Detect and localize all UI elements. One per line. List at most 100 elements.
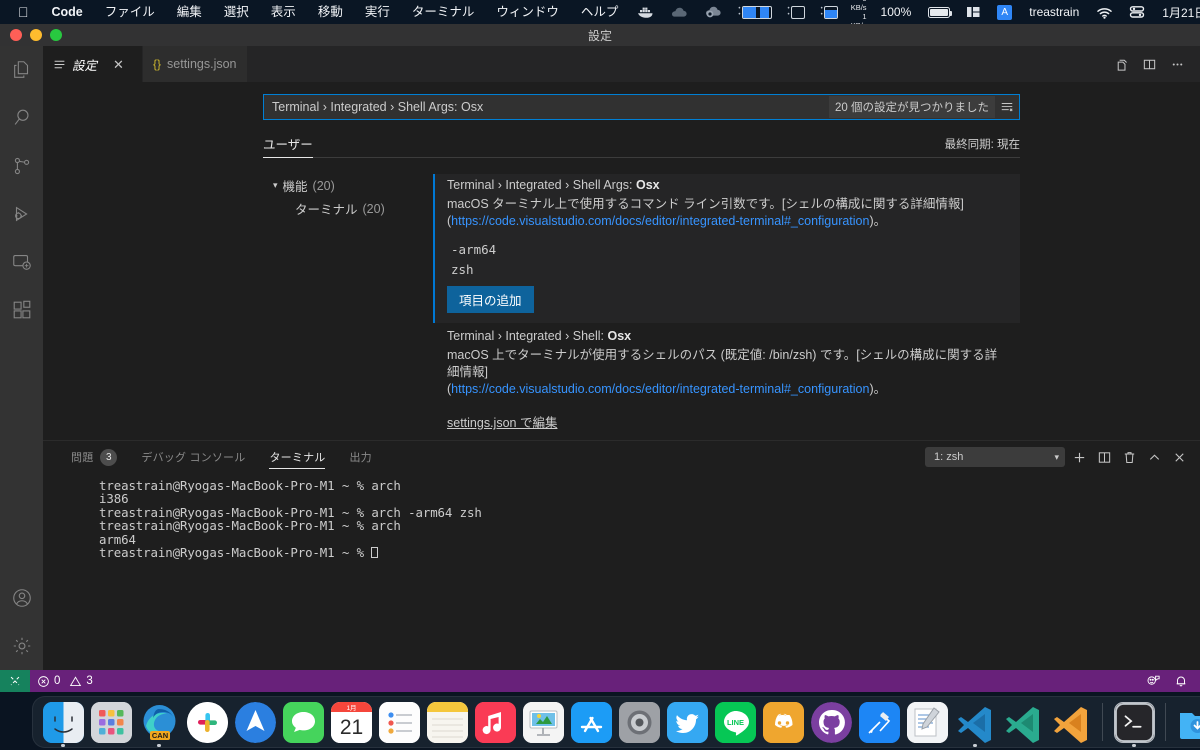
tab-user-settings[interactable]: ユーザー <box>263 134 313 158</box>
dock-item-vscode[interactable] <box>953 696 997 748</box>
sidebar-item-source-control[interactable] <box>0 142 43 190</box>
dock-item-slack[interactable] <box>185 696 229 748</box>
menu-item-edit[interactable]: 編集 <box>166 0 213 24</box>
extensions-icon <box>11 299 33 321</box>
gear-icon <box>11 635 33 657</box>
sidebar-item-run-and-debug[interactable] <box>0 190 43 238</box>
panel-tab-terminal[interactable]: ターミナル <box>257 441 337 473</box>
control-center-icon[interactable] <box>1121 0 1153 24</box>
toc-item-features[interactable]: ▾ 機能 (20) <box>273 174 433 197</box>
battery-charging-icon[interactable] <box>920 0 958 24</box>
list-item[interactable]: -arm64 <box>447 240 1006 260</box>
dock-item-music[interactable] <box>473 696 517 748</box>
tab-settings-json[interactable]: {} settings.json <box>143 46 248 82</box>
workbench-body: 設定 ✕ {} settings.json Terminal › Integra… <box>0 46 1200 670</box>
kill-terminal-button[interactable] <box>1118 446 1140 468</box>
cpu-meter-icon[interactable]: • • <box>730 0 779 24</box>
dock-item-twitter[interactable] <box>665 696 709 748</box>
tab-close-icon[interactable]: ✕ <box>113 58 124 71</box>
dock-item-reminders[interactable] <box>377 696 421 748</box>
split-layout-icon[interactable] <box>958 0 989 24</box>
add-item-button[interactable]: 項目の追加 <box>447 286 534 313</box>
svg-text:21: 21 <box>339 716 362 739</box>
memory-meter-icon[interactable]: • • <box>780 0 813 24</box>
dock-item-keynote[interactable] <box>521 696 565 748</box>
menu-item-go[interactable]: 移動 <box>307 0 354 24</box>
dock-item-github-desktop[interactable] <box>809 696 853 748</box>
dock-item-line[interactable]: LINE <box>713 696 757 748</box>
cloud-icon[interactable] <box>662 0 696 24</box>
split-editor-icon[interactable] <box>1136 51 1162 77</box>
dock-item-terminal[interactable] <box>1112 696 1156 748</box>
sidebar-item-search[interactable] <box>0 94 43 142</box>
cloud-sync-icon[interactable] <box>696 0 730 24</box>
edit-in-settings-json-link[interactable]: settings.json で編集 <box>447 412 557 431</box>
terminal-output[interactable]: treastrain@Ryogas-MacBook-Pro-M1 ~ % arc… <box>43 473 1200 670</box>
dock-item-calendar[interactable]: 1月 21 <box>329 696 373 748</box>
editor-tab-bar: 設定 ✕ {} settings.json <box>43 46 1200 82</box>
dock-item-system-preferences[interactable] <box>617 696 661 748</box>
list-item[interactable]: zsh <box>447 260 1006 280</box>
dock-item-finder[interactable] <box>41 696 85 748</box>
tab-settings[interactable]: 設定 ✕ <box>43 46 143 82</box>
panel-tab-problems[interactable]: 問題 3 <box>59 441 129 473</box>
chevron-down-icon: ▾ <box>1054 451 1059 462</box>
dock-item-vscode-insiders[interactable] <box>1001 696 1045 748</box>
close-panel-button[interactable] <box>1168 446 1190 468</box>
feedback-button[interactable] <box>1139 670 1167 692</box>
split-terminal-button[interactable] <box>1093 446 1115 468</box>
problems-status-button[interactable]: 0 3 <box>30 670 100 692</box>
open-changes-icon[interactable] <box>1108 51 1134 77</box>
setting-terminal-integrated-shell-args-osx[interactable]: Terminal › Integrated › Shell Args: Osx … <box>433 174 1020 323</box>
dock-item-spark[interactable] <box>233 696 277 748</box>
menu-item-code[interactable]: Code <box>41 0 94 24</box>
sidebar-item-accounts[interactable] <box>0 574 43 622</box>
menu-item-help[interactable]: ヘルプ <box>570 0 630 24</box>
toc-item-terminal[interactable]: ターミナル (20) <box>273 197 433 220</box>
toc-item-terminal-label: ターミナル <box>295 203 358 217</box>
dock-item-launchpad[interactable] <box>89 696 133 748</box>
dock-item-downloads-folder[interactable] <box>1175 696 1200 748</box>
dock-separator <box>1102 703 1103 741</box>
sidebar-item-extensions[interactable] <box>0 286 43 334</box>
remote-indicator-button[interactable] <box>0 670 30 692</box>
dock-item-messages[interactable] <box>281 696 325 748</box>
sidebar-item-explorer[interactable] <box>0 46 43 94</box>
menu-item-file[interactable]: ファイル <box>94 0 166 24</box>
setting-terminal-integrated-shell-osx[interactable]: Terminal › Integrated › Shell: Osx macOS… <box>433 325 1020 440</box>
menu-item-terminal[interactable]: ターミナル <box>401 0 486 24</box>
setting-doc-link[interactable]: https://code.visualstudio.com/docs/edito… <box>451 382 869 396</box>
sidebar-item-manage[interactable] <box>0 622 43 670</box>
battery-percent-label[interactable]: 100% <box>872 5 921 19</box>
user-name-label[interactable]: treastrain <box>1020 5 1088 19</box>
filter-settings-icon[interactable] <box>995 100 1019 114</box>
notifications-button[interactable] <box>1167 670 1200 692</box>
panel-tab-debug-console[interactable]: デバッグ コンソール <box>129 441 257 473</box>
search-input[interactable]: Terminal › Integrated › Shell Args: Osx … <box>263 94 1020 120</box>
dock-item-app-store[interactable] <box>569 696 613 748</box>
menu-item-window[interactable]: ウィンドウ <box>485 0 570 24</box>
setting-doc-link[interactable]: https://code.visualstudio.com/docs/edito… <box>451 214 869 228</box>
dock-item-pages[interactable] <box>905 696 949 748</box>
dock-item-notes[interactable] <box>425 696 469 748</box>
apple-logo-icon[interactable]:  <box>8 0 41 24</box>
dock-item-vscode-exploration[interactable] <box>1049 696 1093 748</box>
wifi-icon[interactable] <box>1088 0 1121 24</box>
maximize-panel-button[interactable] <box>1143 446 1165 468</box>
menu-item-view[interactable]: 表示 <box>260 0 307 24</box>
menubar-date[interactable]: 1月21日(木) <box>1153 4 1200 21</box>
menu-item-selection[interactable]: 選択 <box>213 0 260 24</box>
sidebar-item-remote-explorer[interactable] <box>0 238 43 286</box>
dock-item-edge-canary[interactable]: CAN <box>137 696 181 748</box>
panel-tab-output[interactable]: 出力 <box>337 441 383 473</box>
docker-whale-icon[interactable] <box>629 0 662 24</box>
ellipsis-icon[interactable] <box>1164 51 1190 77</box>
dock-item-discord[interactable] <box>761 696 805 748</box>
new-terminal-button[interactable] <box>1068 446 1090 468</box>
input-source-indicator[interactable]: A <box>989 0 1020 24</box>
disk-meter-icon[interactable]: • • <box>813 0 846 24</box>
dock-item-xcode[interactable] <box>857 696 901 748</box>
settings-list-icon <box>53 58 66 71</box>
terminal-selector-dropdown[interactable]: 1: zsh ▾ <box>925 447 1065 467</box>
menu-item-run[interactable]: 実行 <box>354 0 401 24</box>
